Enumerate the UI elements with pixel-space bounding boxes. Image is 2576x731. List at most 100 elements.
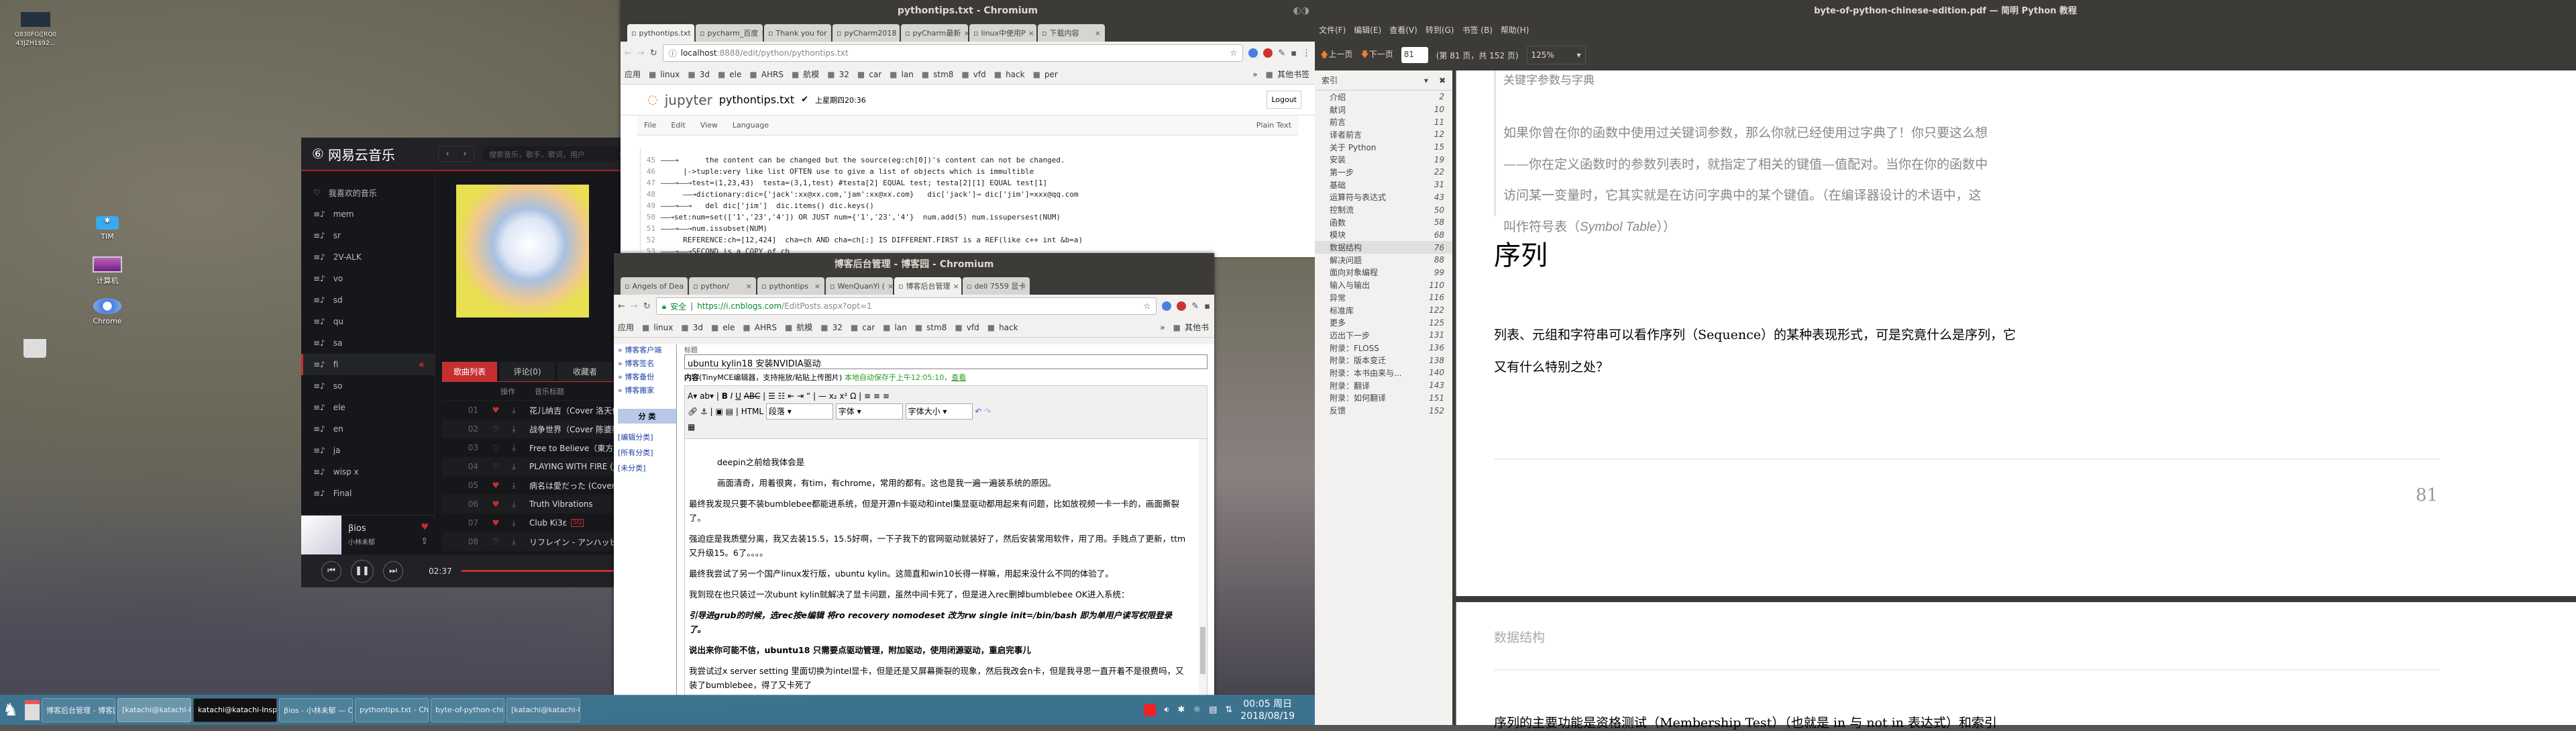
index-item[interactable]: 异常 116 bbox=[1315, 291, 1452, 304]
browser-tab[interactable]: ▫pyCharm2018× bbox=[833, 24, 900, 42]
indent-icon[interactable]: ⇥ bbox=[797, 391, 804, 401]
share-icon[interactable]: ⇪ bbox=[421, 536, 429, 546]
download-icon[interactable]: ⤓ bbox=[504, 537, 524, 547]
playlist-item[interactable]: ≡♪ 2V-ALK bbox=[301, 246, 435, 268]
menu-item[interactable]: 帮助(H) bbox=[1501, 24, 1529, 36]
playlist-item[interactable]: ≡♪ ele bbox=[301, 397, 435, 418]
start-menu-icon[interactable]: ♞ bbox=[3, 700, 23, 720]
taskbar-item[interactable]: byte-of-python-chines... bbox=[431, 697, 504, 722]
tab-close-icon[interactable]: × bbox=[746, 282, 752, 291]
playlist-item[interactable]: ≡♪ fi 🔊︎ bbox=[301, 354, 435, 375]
download-icon[interactable]: ⤓ bbox=[504, 405, 524, 416]
extension-translate-icon[interactable]: ✎ bbox=[1191, 301, 1199, 311]
category-link[interactable]: [编辑分类] bbox=[618, 432, 676, 447]
table-icon[interactable]: ▦ bbox=[688, 422, 695, 432]
tab-0[interactable]: 歌曲列表 bbox=[442, 362, 497, 381]
bookmark-vfd[interactable]: vfd bbox=[961, 70, 986, 79]
index-item[interactable]: 献词 10 bbox=[1315, 103, 1452, 116]
html-icon[interactable]: HTML bbox=[741, 407, 763, 416]
index-item[interactable]: 译者前言 12 bbox=[1315, 128, 1452, 141]
bookmark-AHRS[interactable]: AHRS bbox=[749, 70, 784, 79]
heart-filled-icon[interactable]: ♥ bbox=[488, 518, 504, 528]
index-item[interactable]: 控制流 50 bbox=[1315, 203, 1452, 216]
index-item[interactable]: 运算符与表达式 43 bbox=[1315, 191, 1452, 204]
index-item[interactable]: 附录：版本变迁 138 bbox=[1315, 354, 1452, 367]
pause-button[interactable]: ❚❚ bbox=[351, 559, 374, 583]
bookmark-lan[interactable]: lan bbox=[890, 70, 914, 79]
heart-outline-icon[interactable]: ♡ bbox=[488, 443, 504, 452]
font-size-select[interactable]: 字体大小 ▾ bbox=[905, 403, 973, 420]
desktop-icon-chrome[interactable]: Chrome bbox=[77, 298, 138, 326]
download-icon[interactable]: ⤓ bbox=[504, 499, 524, 509]
extension-dark-icon[interactable]: ▪ bbox=[1291, 48, 1297, 58]
window-controls[interactable]: ◐◑ bbox=[1293, 5, 1309, 16]
desktop-icon-tim[interactable]: ✱ TIM bbox=[77, 216, 138, 241]
heart-filled-icon[interactable]: ♥ bbox=[488, 481, 504, 490]
tab-close-icon[interactable]: × bbox=[888, 282, 893, 291]
bookmark-stm8[interactable]: stm8 bbox=[915, 323, 947, 332]
menu-view[interactable]: View bbox=[700, 121, 718, 130]
index-item[interactable]: 介绍 2 bbox=[1315, 91, 1452, 103]
playlist-item[interactable]: ≡♪ Final bbox=[301, 483, 435, 504]
highlight-icon[interactable]: ab▾ bbox=[700, 391, 714, 401]
extension-translate-icon[interactable]: ✎ bbox=[1278, 48, 1285, 58]
playlist-item[interactable]: ≡♪ wisp x bbox=[301, 461, 435, 483]
index-item[interactable]: 安装 19 bbox=[1315, 153, 1452, 166]
trash-icon[interactable] bbox=[23, 339, 46, 358]
extension-adguard-icon[interactable] bbox=[1162, 301, 1172, 311]
download-icon[interactable]: ⤓ bbox=[504, 462, 524, 472]
bookmark-per[interactable]: per bbox=[1033, 70, 1058, 79]
align-center-icon[interactable]: ≡ bbox=[873, 391, 880, 401]
network-icon[interactable]: ⇅ bbox=[1225, 705, 1232, 715]
reload-icon[interactable]: ↻ bbox=[650, 48, 657, 58]
blockquote-icon[interactable]: “ bbox=[806, 391, 810, 401]
align-right-icon[interactable]: ≡ bbox=[883, 391, 890, 401]
index-item[interactable]: 面向对象编程 99 bbox=[1315, 266, 1452, 279]
bookmark-AHRS[interactable]: AHRS bbox=[743, 323, 777, 332]
browser-tab[interactable]: ▫Angels of Dea× bbox=[621, 277, 688, 295]
bookmark-航模[interactable]: 航模 bbox=[792, 68, 819, 80]
index-item[interactable]: 前言 11 bbox=[1315, 115, 1452, 128]
file-manager-icon[interactable] bbox=[25, 699, 40, 720]
download-icon[interactable]: ⤓ bbox=[504, 481, 524, 491]
bookmark-3d[interactable]: 3d bbox=[681, 323, 703, 332]
browser-tab[interactable]: ▫ pythontips × bbox=[757, 277, 824, 295]
browser-tab[interactable]: ▫ 博客后台管理 × bbox=[894, 277, 961, 295]
other-bookmarks[interactable]: 其他书 bbox=[1173, 322, 1209, 333]
sidebar-link[interactable]: » 博客客户端 bbox=[618, 344, 676, 358]
index-item[interactable]: 关于 Python 15 bbox=[1315, 141, 1452, 154]
bookmark-ele[interactable]: ele bbox=[718, 70, 741, 79]
category-link[interactable]: [所有分类] bbox=[618, 447, 676, 462]
font-select[interactable]: 字体 ▾ bbox=[835, 403, 903, 420]
underline-button[interactable]: U bbox=[735, 391, 741, 401]
bookmarks-overflow[interactable]: » bbox=[1252, 70, 1257, 79]
menu-item[interactable]: 查看(V) bbox=[1389, 24, 1417, 36]
index-item[interactable]: 附录：本书由来与... 140 bbox=[1315, 367, 1452, 379]
now-playing-title[interactable]: βios bbox=[348, 524, 407, 534]
zoom-select[interactable]: 125% ▾ bbox=[1526, 46, 1586, 64]
sidebar-link[interactable]: » 博客搬家 bbox=[618, 385, 676, 398]
post-title-input[interactable]: ubuntu kylin18 安装NVIDIA驱动 bbox=[684, 354, 1208, 369]
bookmark-应用[interactable]: 应用 bbox=[618, 322, 634, 333]
download-icon[interactable]: ⤓ bbox=[504, 518, 524, 528]
index-item[interactable]: 标准库 122 bbox=[1315, 304, 1452, 317]
tab-close-icon[interactable]: × bbox=[814, 282, 820, 291]
menu-edit[interactable]: Edit bbox=[671, 121, 685, 130]
download-icon[interactable]: ⤓ bbox=[504, 443, 524, 453]
address-bar[interactable]: ⓘ localhost:8888/edit/python/pythontips.t… bbox=[662, 44, 1244, 62]
outdent-icon[interactable]: ⇤ bbox=[788, 391, 794, 401]
playlist-item[interactable]: ≡♪ ja bbox=[301, 440, 435, 461]
tab-close-icon[interactable]: × bbox=[899, 29, 900, 38]
dropdown-arrow-icon[interactable]: ▾ bbox=[1424, 76, 1428, 85]
bookmark-star-icon[interactable]: ☆ bbox=[1230, 48, 1238, 58]
bookmark-32[interactable]: 32 bbox=[827, 70, 849, 79]
index-item[interactable]: 基础 31 bbox=[1315, 179, 1452, 191]
playlist-item[interactable]: ≡♪ sd bbox=[301, 289, 435, 311]
browser-tab[interactable]: ▫pythontips.txt× bbox=[627, 24, 694, 42]
image-icon[interactable]: ▣ bbox=[716, 407, 723, 416]
anchor-icon[interactable]: ⚓︎ bbox=[700, 407, 708, 416]
tab-close-icon[interactable]: × bbox=[761, 29, 763, 38]
next-track-button[interactable]: ⏭ bbox=[383, 561, 403, 581]
desktop-icon-image[interactable]: Q830FG([RQ0 43JZH1$92... bbox=[5, 12, 66, 47]
logout-button[interactable]: Logout bbox=[1267, 91, 1301, 109]
